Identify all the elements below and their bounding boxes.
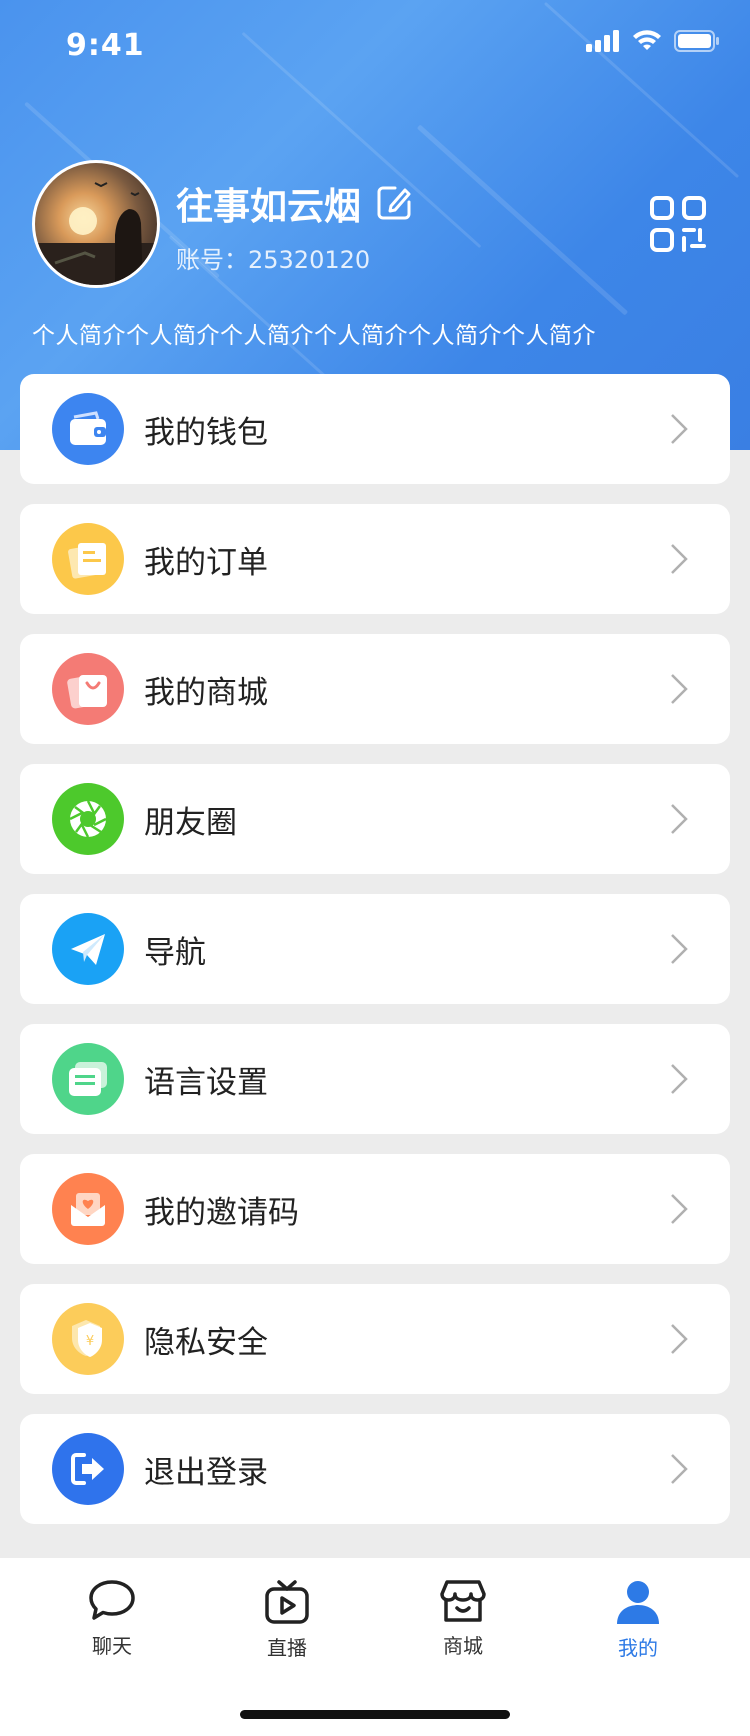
tab-mine[interactable]: 我的 xyxy=(578,1578,698,1661)
menu-item-orders[interactable]: 我的订单 xyxy=(20,504,730,614)
logout-icon xyxy=(52,1433,124,1505)
status-bar: 9:41 xyxy=(0,0,750,90)
user-icon xyxy=(617,1581,659,1624)
chevron-right-icon xyxy=(671,1194,688,1224)
wallet-icon xyxy=(52,393,124,465)
chevron-right-icon xyxy=(671,544,688,574)
chevron-right-icon xyxy=(671,1324,688,1354)
tab-live[interactable]: 直播 xyxy=(227,1578,347,1661)
tab-chat[interactable]: 聊天 xyxy=(52,1578,172,1659)
chevron-right-icon xyxy=(671,1064,688,1094)
invite-envelope-icon xyxy=(52,1173,124,1245)
moments-aperture-icon xyxy=(52,783,124,855)
menu-item-invite-code[interactable]: 我的邀请码 xyxy=(20,1154,730,1264)
account-number: 账号：25320120 xyxy=(176,246,371,274)
paper-plane-icon xyxy=(52,913,124,985)
tab-label: 直播 xyxy=(267,1636,307,1660)
bio: 个人简介个人简介个人简介个人简介个人简介个人简介 xyxy=(32,323,596,349)
chevron-right-icon xyxy=(671,414,688,444)
wifi-icon xyxy=(633,30,661,50)
menu-item-privacy-security[interactable]: ¥ 隐私安全 xyxy=(20,1284,730,1394)
chevron-right-icon xyxy=(671,934,688,964)
signal-icon xyxy=(586,30,619,52)
edit-icon[interactable] xyxy=(375,184,413,222)
shopping-bag-icon xyxy=(52,653,124,725)
menu-item-moments[interactable]: 朋友圈 xyxy=(20,764,730,874)
status-time: 9:41 xyxy=(66,28,145,63)
menu-item-logout[interactable]: 退出登录 xyxy=(20,1414,730,1524)
menu-label: 我的邀请码 xyxy=(144,1194,299,1231)
menu-item-mall[interactable]: 我的商城 xyxy=(20,634,730,744)
home-indicator xyxy=(240,1710,510,1719)
battery-icon xyxy=(674,30,719,52)
menu-item-language[interactable]: 语言设置 xyxy=(20,1024,730,1134)
avatar[interactable] xyxy=(32,160,160,288)
menu-item-navigation[interactable]: 导航 xyxy=(20,894,730,1004)
menu-label: 我的商城 xyxy=(144,674,268,711)
qr-code-icon[interactable] xyxy=(650,196,706,252)
username: 往事如云烟 xyxy=(176,176,413,230)
order-icon xyxy=(52,523,124,595)
language-card-icon xyxy=(52,1043,124,1115)
tab-label: 商城 xyxy=(443,1634,483,1658)
chat-bubble-icon xyxy=(89,1580,135,1620)
menu-list: 我的钱包 我的订单 我的商城 朋友圈 导航 语言设置 我的邀请码 ¥ 隐私安全 … xyxy=(20,374,730,1544)
menu-label: 朋友圈 xyxy=(144,804,237,841)
menu-item-wallet[interactable]: 我的钱包 xyxy=(20,374,730,484)
tab-label: 聊天 xyxy=(92,1634,132,1658)
menu-label: 我的订单 xyxy=(144,544,268,581)
chevron-right-icon xyxy=(671,674,688,704)
tab-mall[interactable]: 商城 xyxy=(403,1578,523,1659)
menu-label: 语言设置 xyxy=(144,1064,268,1101)
menu-label: 退出登录 xyxy=(144,1454,268,1491)
menu-label: 我的钱包 xyxy=(144,414,268,451)
svg-text:¥: ¥ xyxy=(86,1334,94,1349)
menu-label: 隐私安全 xyxy=(144,1324,268,1361)
store-icon xyxy=(440,1580,486,1622)
tab-label: 我的 xyxy=(618,1636,658,1660)
live-tv-icon xyxy=(265,1580,309,1624)
shield-icon: ¥ xyxy=(52,1303,124,1375)
username-text: 往事如云烟 xyxy=(176,185,361,228)
menu-label: 导航 xyxy=(144,934,206,971)
chevron-right-icon xyxy=(671,1454,688,1484)
chevron-right-icon xyxy=(671,804,688,834)
